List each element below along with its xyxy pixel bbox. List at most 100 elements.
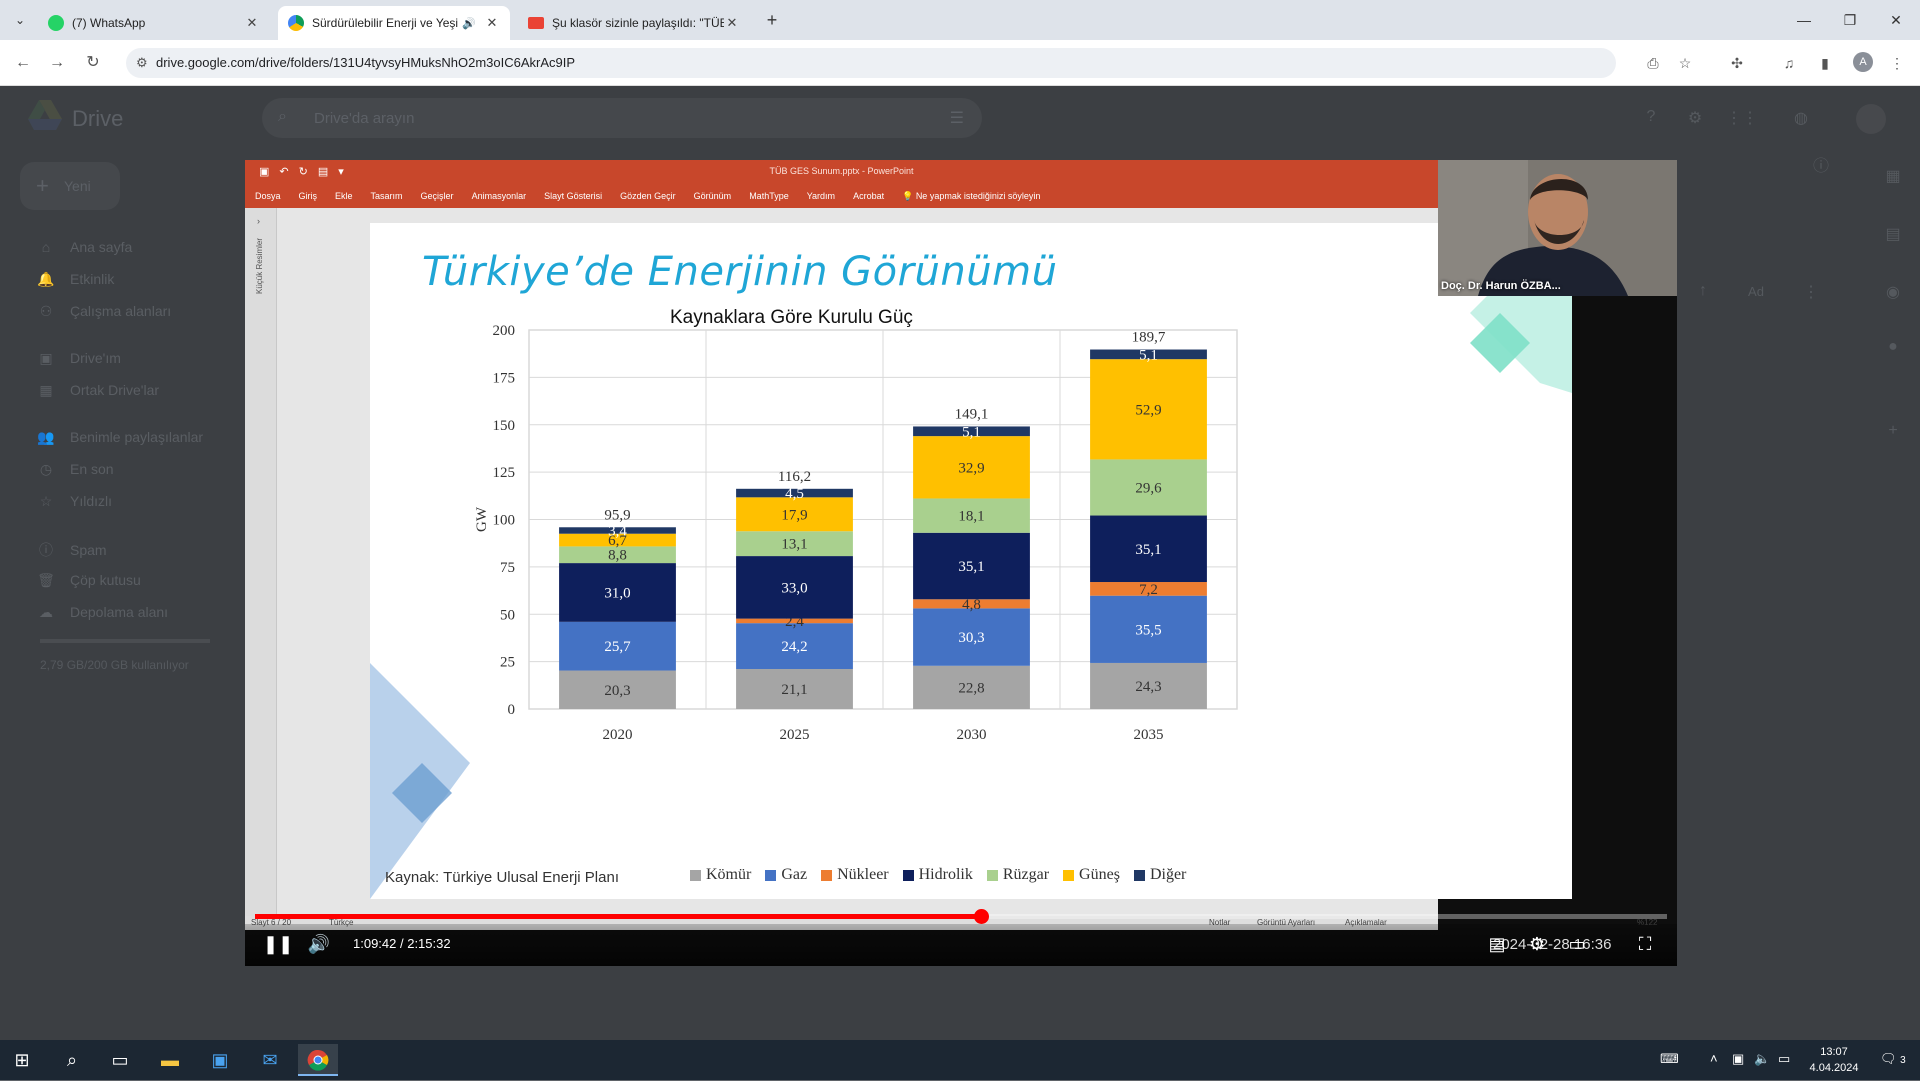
ribbon-tab: Geçişler	[420, 191, 454, 201]
nav-trash[interactable]: 🗑 Çöp kutusu	[36, 572, 141, 589]
tab-label: Sürdürülebilir Enerji ve Yeşi	[312, 16, 459, 30]
extensions-icon[interactable]: ✣	[1726, 52, 1748, 74]
ribbon-tab: MathType	[749, 191, 789, 201]
more-options-icon[interactable]: ⋮	[1800, 282, 1822, 304]
clock-time: 13:07	[1820, 1046, 1848, 1058]
url-field[interactable]: ⚙ drive.google.com/drive/folders/131U4ty…	[126, 48, 1616, 78]
apps-grid-icon[interactable]: ⋮⋮	[1726, 108, 1758, 130]
notification-icon[interactable]: 🗨 3	[1880, 1051, 1906, 1067]
bookmark-star-icon[interactable]: ☆	[1674, 52, 1696, 74]
close-icon[interactable]: ✕	[724, 15, 740, 31]
spam-icon: ⓘ	[39, 542, 53, 558]
nav-activity[interactable]: 🔔 Etkinlik	[36, 271, 114, 288]
side-panel-icon[interactable]: ▮	[1814, 52, 1836, 74]
drive-search-input[interactable]: ⌕ Drive'da arayın ☰	[262, 98, 982, 138]
profile-avatar[interactable]: A	[1853, 52, 1873, 72]
sort-arrow-icon[interactable]: ↑	[1692, 282, 1714, 304]
nav-spam[interactable]: ⓘ Spam	[36, 540, 107, 560]
nav-storage[interactable]: ☁ Depolama alanı	[36, 604, 168, 621]
minimize-icon[interactable]: —	[1782, 6, 1826, 34]
menu-kebab-icon[interactable]: ⋮	[1886, 52, 1908, 74]
progress-bar[interactable]	[255, 909, 1667, 924]
forward-icon[interactable]: →	[44, 50, 70, 76]
chrome-icon[interactable]	[298, 1044, 338, 1076]
nav-recent[interactable]: ◷ En son	[36, 461, 114, 478]
tasks-icon[interactable]: ◉	[1882, 282, 1904, 304]
tab-gmail[interactable]: Şu klasör sizinle paylaşıldı: "TÜB ✕	[518, 6, 750, 40]
window-close-icon[interactable]: ✕	[1874, 6, 1918, 34]
close-icon[interactable]: ✕	[484, 15, 500, 31]
filter-icon[interactable]: ☰	[950, 108, 964, 128]
ribbon-tab: Tasarım	[370, 191, 403, 201]
file-explorer-icon[interactable]: ▬	[150, 1044, 190, 1076]
miniplayer-icon[interactable]: ▭	[1563, 930, 1591, 958]
nav-workspaces[interactable]: ⚇ Çalışma alanları	[36, 303, 171, 320]
new-button[interactable]: + Yeni	[20, 162, 120, 210]
ribbon-tab: Dosya	[255, 191, 281, 201]
keep-icon[interactable]: ▤	[1882, 224, 1904, 246]
people-icon: 👥	[37, 429, 55, 445]
data-label: 52,9	[1135, 402, 1161, 418]
task-view-icon[interactable]: ▭	[100, 1044, 140, 1076]
legend-swatch	[902, 869, 914, 881]
network-icon[interactable]: ▭	[1778, 1051, 1790, 1067]
volume-icon[interactable]: 🔊	[305, 930, 333, 958]
windows-start-icon[interactable]: ⊞	[2, 1044, 42, 1076]
reload-icon[interactable]: ↻	[80, 50, 106, 76]
close-icon[interactable]: ✕	[244, 15, 260, 31]
nav-home[interactable]: ⌂ Ana sayfa	[36, 239, 133, 255]
install-icon[interactable]: ⎙	[1642, 52, 1664, 74]
mail-icon[interactable]: ✉	[250, 1044, 290, 1076]
contacts-icon[interactable]: ●	[1882, 338, 1904, 360]
media-control-icon[interactable]: ♫	[1778, 52, 1800, 74]
legend-label: Nükleer	[837, 866, 889, 883]
info-icon[interactable]: ⓘ	[1810, 152, 1832, 175]
shared-drives-icon: ▦	[39, 382, 53, 398]
stacked-bar-chart: 0255075100125150175200GW20,325,731,08,86…	[474, 323, 1238, 743]
site-info-icon[interactable]: ⚙	[136, 55, 148, 71]
data-label: 35,5	[1135, 622, 1161, 638]
restore-icon[interactable]: ❐	[1828, 6, 1872, 34]
keyboard-icon[interactable]: ⌨	[1660, 1051, 1679, 1067]
add-addon-icon[interactable]: +	[1882, 422, 1904, 444]
settings-gear-icon[interactable]: ⚙	[1523, 930, 1551, 958]
speaker-icon[interactable]: 🔊	[462, 17, 478, 30]
nav-shared-drives[interactable]: ▦ Ortak Drive'lar	[36, 382, 159, 399]
subtitles-icon[interactable]: ▤	[1483, 930, 1511, 958]
sort-label[interactable]: Ad	[1736, 284, 1776, 306]
nav-starred[interactable]: ☆ Yıldızlı	[36, 493, 112, 510]
back-icon[interactable]: ←	[10, 50, 36, 76]
clock-icon: ◷	[39, 461, 53, 477]
meet-now-icon[interactable]: ▣	[1732, 1051, 1744, 1067]
nav-my-drive[interactable]: ▣ Drive'ım	[36, 350, 121, 367]
data-label: 31,0	[604, 585, 630, 601]
settings-gear-icon[interactable]: ⚙	[1684, 108, 1706, 130]
search-icon[interactable]: ⌕	[52, 1044, 92, 1076]
legend-label: Rüzgar	[1002, 866, 1050, 883]
fullscreen-icon[interactable]: ⛶	[1631, 930, 1659, 958]
video-player[interactable]: ▣↶↻▤▾ TÜB GES Sunum.pptx - PowerPoint Do…	[245, 160, 1677, 966]
data-label: 20,3	[604, 683, 630, 699]
nav-shared-with-me[interactable]: 👥 Benimle paylaşılanlar	[36, 429, 203, 446]
presenter-name: Doç. Dr. Harun ÖZBA...	[1441, 280, 1561, 292]
volume-icon[interactable]: 🔈	[1754, 1051, 1770, 1067]
pause-icon[interactable]: ❚❚	[263, 930, 293, 958]
calendar-icon[interactable]: ▦	[1882, 166, 1904, 188]
tab-drive[interactable]: Sürdürülebilir Enerji ve Yeşi 🔊 ✕	[278, 6, 510, 40]
y-tick-label: 175	[493, 370, 516, 386]
tab-search-icon[interactable]: ⌄	[8, 8, 32, 32]
progress-scrubber[interactable]	[973, 909, 989, 924]
data-label: 21,1	[781, 682, 807, 698]
data-label: 25,7	[604, 639, 631, 655]
tab-whatsapp[interactable]: (7) WhatsApp ✕	[38, 6, 270, 40]
legend-item: Diğer	[1133, 866, 1186, 884]
help-icon[interactable]: ?	[1640, 108, 1662, 130]
account-avatar[interactable]	[1856, 104, 1886, 134]
nav-label: Drive'ım	[70, 350, 121, 366]
new-tab-button[interactable]: +	[760, 8, 784, 32]
x-tick-label: 2035	[1134, 727, 1164, 743]
drive-logo-icon	[28, 100, 62, 130]
tray-chevron-icon[interactable]: ˄	[1710, 1051, 1718, 1066]
clock[interactable]: 13:07 4.04.2024	[1804, 1044, 1864, 1076]
store-icon[interactable]: ▣	[200, 1044, 240, 1076]
